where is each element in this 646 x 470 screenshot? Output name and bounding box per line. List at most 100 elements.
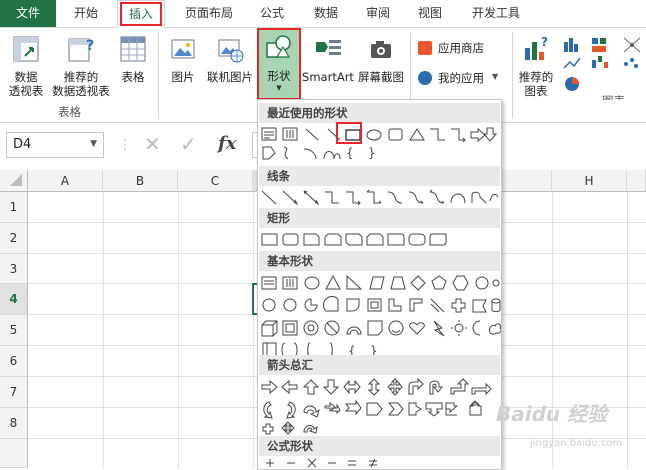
elbow-double-arrow-icon [366, 189, 382, 204]
column-header-a[interactable]: A [28, 170, 103, 192]
row-header-7[interactable]: 7 [0, 377, 28, 408]
block-arrow-shapes[interactable] [258, 376, 501, 442]
column-header-g[interactable] [500, 170, 552, 192]
pivot-table-label-2: 透视表 [8, 84, 44, 98]
table-label: 表格 [121, 70, 145, 84]
row-header-4[interactable]: 4 [0, 284, 28, 315]
section-lines: 线条 [259, 166, 500, 186]
oval-icon [304, 276, 320, 290]
insert-function-icon[interactable]: fx [218, 133, 236, 154]
shapes-button-highlight [257, 28, 301, 100]
column-header-i[interactable] [627, 170, 646, 192]
name-box-value: D4 [13, 137, 32, 152]
tab-file[interactable]: 文件 [0, 0, 56, 27]
pie-chart-icon [565, 77, 579, 91]
screenshot-button[interactable]: 屏幕截图 [354, 34, 408, 84]
rounded-rectangle-icon [282, 233, 299, 246]
column-header-b[interactable]: B [103, 170, 178, 192]
oval-icon [366, 129, 382, 141]
donut-icon [303, 320, 319, 336]
row-header-6[interactable]: 6 [0, 346, 28, 377]
tab-review[interactable]: 审阅 [352, 0, 404, 27]
scatter-chart-icon-2 [624, 58, 638, 68]
row-header-1[interactable]: 1 [0, 192, 28, 223]
select-all-corner[interactable] [0, 170, 28, 192]
pivot-table-icon [13, 36, 39, 62]
tab-formulas[interactable]: 公式 [246, 0, 298, 27]
basic-shapes[interactable]: { } [258, 272, 501, 362]
column-header-h[interactable]: H [552, 170, 627, 192]
textbox-icon [261, 276, 277, 290]
online-picture-button[interactable]: 联机图片 [204, 34, 256, 84]
tab-page-layout[interactable]: 页面布局 [172, 0, 246, 27]
online-picture-icon [218, 39, 244, 63]
name-box[interactable]: D4 ▼ [6, 132, 104, 158]
left-right-arrow-callout-icon [262, 423, 274, 435]
cross-icon [451, 298, 466, 313]
enter-icon[interactable]: ✓ [180, 132, 197, 156]
tab-home[interactable]: 开始 [60, 0, 112, 27]
textbox-icon [261, 127, 277, 141]
row-header-8[interactable]: 8 [0, 408, 28, 439]
row-header-9[interactable] [0, 439, 28, 468]
curved-double-arrow-icon [429, 189, 445, 204]
curved-up-arrow-icon [303, 405, 320, 418]
row-header-5[interactable]: 5 [0, 315, 28, 346]
smartart-label: SmartArt [302, 70, 354, 84]
up-arrow-icon [302, 379, 320, 395]
smartart-button[interactable]: SmartArt [302, 34, 354, 84]
plus-icon [266, 459, 274, 467]
vertical-textbox-icon [282, 276, 298, 290]
line-chart-icon [563, 57, 581, 69]
pivot-table-label-1: 数据 [14, 70, 38, 84]
line-shapes[interactable] [258, 187, 501, 209]
tab-view[interactable]: 视图 [404, 0, 456, 27]
left-right-arrow-icon [343, 379, 361, 395]
multiply-icon [307, 458, 317, 468]
frame-icon [367, 298, 382, 312]
pivot-table-button[interactable]: 数据 透视表 [4, 34, 48, 98]
tab-developer[interactable]: 开发工具 [456, 0, 536, 27]
rounded-rectangle-icon [388, 128, 403, 141]
online-picture-label: 联机图片 [207, 70, 253, 84]
elbow-arrow-icon [346, 191, 361, 206]
recommended-pivot-label-1: 推荐的 [63, 70, 99, 84]
row-header-2[interactable]: 2 [0, 223, 28, 254]
curved-left-arrow-icon [286, 401, 296, 419]
diagonal-stripe-icon [430, 298, 445, 313]
recent-shapes[interactable]: { } [258, 123, 501, 165]
cancel-icon[interactable]: ✕ [144, 132, 161, 156]
my-apps-button[interactable]: 我的应用 ▼ [418, 70, 510, 90]
double-arrow-line-icon [303, 190, 320, 206]
recommended-charts-label-1: 推荐的 [518, 70, 554, 84]
right-brace-icon: } [368, 146, 376, 160]
curve-icon [323, 151, 341, 160]
rectangle-shape-highlight [336, 122, 362, 144]
plaque-icon [472, 299, 487, 313]
dodecagon-icon [283, 298, 297, 312]
chevron-down-icon: ▼ [492, 72, 499, 81]
rectangle-icon [261, 233, 278, 246]
camera-icon [371, 41, 391, 58]
pentagon-icon [431, 275, 447, 290]
lightning-bolt-icon [433, 320, 445, 337]
recommended-pivot-button[interactable]: ? 推荐的 数据透视表 [50, 34, 112, 98]
equation-shapes[interactable] [258, 457, 501, 469]
teardrop-icon [346, 298, 360, 312]
store-button[interactable]: 应用商店 [418, 40, 510, 60]
round-single-corner-rectangle-icon [387, 233, 405, 246]
chevron-arrow-icon [387, 402, 404, 416]
table-button[interactable]: 表格 [114, 34, 152, 84]
column-header-c[interactable]: C [178, 170, 253, 192]
curved-arrow-icon [408, 191, 424, 204]
trapezoid-icon [390, 276, 406, 290]
equal-icon [348, 460, 356, 466]
section-equation-shapes: 公式形状 [259, 436, 500, 456]
tab-data[interactable]: 数据 [300, 0, 352, 27]
chart-type-icons[interactable]: 图表 [562, 34, 646, 100]
rectangle-shapes[interactable] [258, 229, 501, 251]
row-header-3[interactable]: 3 [0, 254, 28, 284]
picture-button[interactable]: 图片 [164, 34, 202, 84]
line-icon [261, 190, 277, 205]
recommended-charts-button[interactable]: ? 推荐的 图表 [516, 34, 556, 98]
